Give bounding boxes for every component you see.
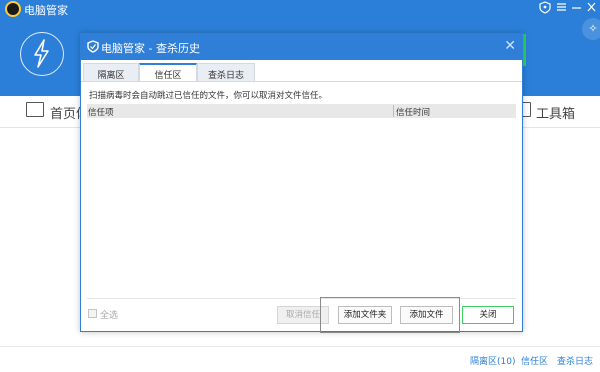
footer-trust-link[interactable]: 信任区 <box>521 354 548 367</box>
shield-icon[interactable] <box>539 1 551 17</box>
monitor-icon <box>26 102 44 117</box>
sparkle-icon[interactable]: ✧ <box>582 18 600 40</box>
lightning-icon[interactable] <box>20 32 64 76</box>
app-titlebar: 电脑管家 <box>0 0 600 18</box>
menu-icon[interactable] <box>556 1 567 16</box>
dialog-titlebar[interactable]: 电脑管家 - 查杀历史 ✕ <box>81 34 522 60</box>
footer-log-link[interactable]: 查杀日志 <box>557 354 593 367</box>
nav-toolbox[interactable]: 工具箱 <box>536 103 575 122</box>
scan-history-dialog: 电脑管家 - 查杀历史 ✕ 隔离区 信任区 查杀日志 扫描病毒时会自动跳过已信任… <box>80 33 523 333</box>
dialog-close-icon[interactable]: ✕ <box>504 38 516 54</box>
trust-table-header: 信任项 信任时间 <box>87 104 516 118</box>
penguin-logo-icon <box>5 1 21 17</box>
select-all-checkbox[interactable] <box>88 309 97 318</box>
app-footer: 隔离区(10) 信任区 查杀日志 <box>0 346 600 372</box>
column-trust-time[interactable]: 信任时间 <box>396 106 430 118</box>
close-icon[interactable] <box>586 1 597 16</box>
column-trust-item[interactable]: 信任项 <box>88 106 114 118</box>
app-title: 电脑管家 <box>24 4 68 17</box>
trust-description: 扫描病毒时会自动跳过已信任的文件，你可以取消对文件信任。 <box>89 91 328 101</box>
dialog-tabs: 隔离区 信任区 查杀日志 <box>81 60 522 82</box>
dialog-title: 电脑管家 - 查杀历史 <box>101 42 200 55</box>
tab-trust[interactable]: 信任区 <box>139 63 197 82</box>
tabs-divider <box>81 81 522 82</box>
tab-scan-log[interactable]: 查杀日志 <box>197 63 255 82</box>
trust-table-body <box>87 118 516 298</box>
focus-highlight <box>320 297 460 333</box>
minimize-icon[interactable] <box>571 1 582 16</box>
tab-quarantine[interactable]: 隔离区 <box>83 63 139 82</box>
shield-logo-icon <box>87 40 99 53</box>
footer-quarantine-link[interactable]: 隔离区(10) <box>470 354 515 367</box>
select-all-label: 全选 <box>100 311 119 321</box>
close-button[interactable]: 关闭 <box>462 306 514 324</box>
column-divider[interactable] <box>393 105 394 117</box>
